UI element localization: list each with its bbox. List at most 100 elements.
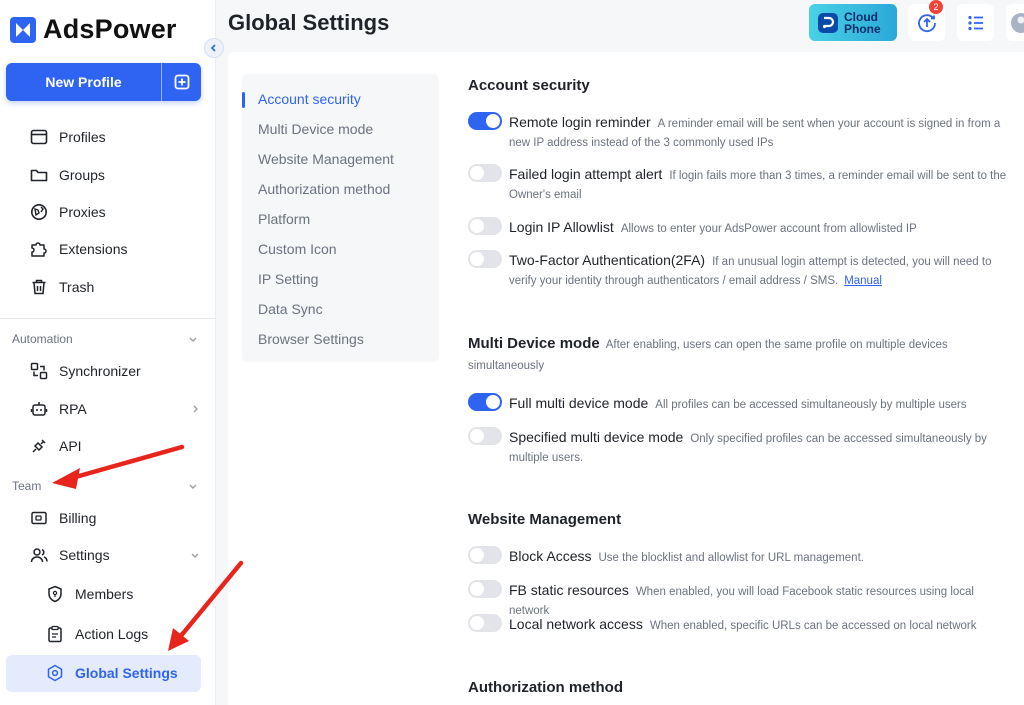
subnav-authorization-method[interactable]: Authorization method [258,181,390,197]
setting-label: Block Access [509,548,592,564]
subnav-ip-setting[interactable]: IP Setting [258,271,318,287]
sidebar-item-action-logs[interactable]: Action Logs [46,622,196,646]
setting-description: Use the blocklist and allowlist for URL … [598,552,864,564]
team-section-toggle[interactable]: Team [12,479,198,493]
sidebar-item-label: Members [75,586,134,602]
toggle-two-factor-auth[interactable] [468,250,502,268]
puzzle-icon [31,242,47,257]
sidebar-item-rpa[interactable]: RPA [30,397,200,421]
toggle-specified-multi-device[interactable] [468,427,502,445]
profiles-icon [30,129,48,145]
setting-label: Remote login reminder [509,114,651,130]
collapse-sidebar-button[interactable] [204,38,224,58]
sidebar-item-global-settings[interactable]: Global Settings [46,661,196,685]
section-title-multi-device: Multi Device mode After enabling, users c… [468,335,948,352]
sidebar-item-label: Groups [59,167,105,183]
subnav-platform[interactable]: Platform [258,211,310,227]
manual-link[interactable]: Manual [844,275,882,287]
toggle-full-multi-device[interactable] [468,393,502,411]
chevron-down-icon [189,337,197,342]
setting-text: Block Access Use the blocklist and allowl… [509,547,1009,568]
sidebar-item-label: Synchronizer [59,363,141,379]
setting-text: Local network access When enabled, specif… [509,615,1009,636]
setting-description: When enabled, specific URLs can be acces… [649,620,977,632]
chevron-down-icon [189,484,197,489]
setting-text: Login IP Allowlist Allows to enter your A… [509,218,1009,239]
page-title: Global Settings [228,10,390,35]
sidebar-item-label: Profiles [59,129,106,145]
sidebar-item-trash[interactable]: Trash [30,275,200,299]
toggle-login-ip-allowlist[interactable] [468,217,502,235]
team-section-label: Team [12,479,42,493]
brand-name: AdsPower [43,14,177,44]
toggle-remote-login-reminder[interactable] [468,112,502,130]
setting-description: All profiles can be accessed simultaneou… [655,399,967,411]
cloud-phone-icon [818,12,838,33]
setting-text: Remote login reminder A reminder email wi… [509,113,1009,153]
update-button[interactable]: 2 [908,0,945,41]
proxy-icon [31,204,47,220]
setting-label: Specified multi device mode [509,429,684,445]
sidebar-item-label: Extensions [59,241,128,257]
subnav-data-sync[interactable]: Data Sync [258,301,323,317]
subnav-custom-icon[interactable]: Custom Icon [258,241,337,257]
sidebar-item-label: Trash [59,279,95,295]
add-profile-icon[interactable] [162,63,201,101]
sidebar-item-label: Settings [59,547,110,563]
setting-text: Two-Factor Authentication(2FA) If an unus… [509,251,1009,291]
list-icon [967,15,983,30]
chevron-left-icon [210,44,216,52]
trash-icon [32,279,46,295]
setting-text: Specified multi device mode Only specifie… [509,428,1009,468]
sidebar-item-members[interactable]: Members [46,582,196,606]
subnav-website-management[interactable]: Website Management [258,151,394,167]
setting-label: FB static resources [509,582,629,598]
sidebar-item-api[interactable]: API [30,434,200,458]
section-title-website-management: Website Management [468,511,622,528]
setting-label: Login IP Allowlist [509,219,614,235]
subnav-multi-device-mode[interactable]: Multi Device mode [258,121,373,137]
sidebar-item-profiles[interactable]: Profiles [30,125,200,149]
update-icon [917,13,936,32]
sidebar-item-billing[interactable]: Billing [30,506,200,530]
adspower-logo[interactable]: AdsPower [10,14,177,45]
settings-subnav: Account security Multi Device mode Websi… [242,74,439,362]
clipboard-icon [48,625,62,643]
hexagon-gear-icon [47,664,63,682]
setting-label: Full multi device mode [509,395,649,411]
toggle-local-network-access[interactable] [468,614,502,632]
sidebar-item-settings[interactable]: Settings [30,543,200,567]
cloud-phone-label-line2: Phone [844,21,881,36]
sidebar-item-label: API [59,438,82,454]
section-title-authorization-method: Authorization method [468,679,623,696]
cloud-phone-button[interactable]: Cloud Phone [809,4,897,41]
new-profile-button[interactable]: New Profile [6,63,201,101]
sidebar-item-label: RPA [59,401,87,417]
avatar[interactable] [1006,4,1024,41]
sidebar-divider [0,318,216,319]
folder-icon [30,169,48,182]
toggle-failed-login-alert[interactable] [468,164,502,182]
sidebar-item-label: Billing [59,510,97,526]
avatar-icon [1011,12,1024,33]
robot-icon [30,402,48,416]
sidebar-item-synchronizer[interactable]: Synchronizer [30,359,200,383]
toggle-block-access[interactable] [468,546,502,564]
sidebar-item-proxies[interactable]: Proxies [30,200,200,224]
task-list-button[interactable] [957,4,994,41]
sidebar-item-extensions[interactable]: Extensions [30,237,200,261]
chevron-down-icon [191,553,199,558]
subnav-browser-settings[interactable]: Browser Settings [258,331,364,347]
top-header: Global Settings Cloud Phone 2 [216,0,1024,52]
synchronizer-icon [30,362,48,380]
setting-label: Failed login attempt alert [509,166,663,182]
subnav-account-security[interactable]: Account security [258,91,361,107]
setting-text: Failed login attempt alert If login fails… [509,165,1009,205]
sidebar-item-groups[interactable]: Groups [30,163,200,187]
section-description-wrap: simultaneously [468,360,545,372]
automation-section-label: Automation [12,332,73,346]
toggle-fb-static-resources[interactable] [468,580,502,598]
sidebar-item-label: Global Settings [75,665,178,681]
automation-section-toggle[interactable]: Automation [12,332,198,346]
cloud-phone-label-line1: Cloud [844,9,878,24]
